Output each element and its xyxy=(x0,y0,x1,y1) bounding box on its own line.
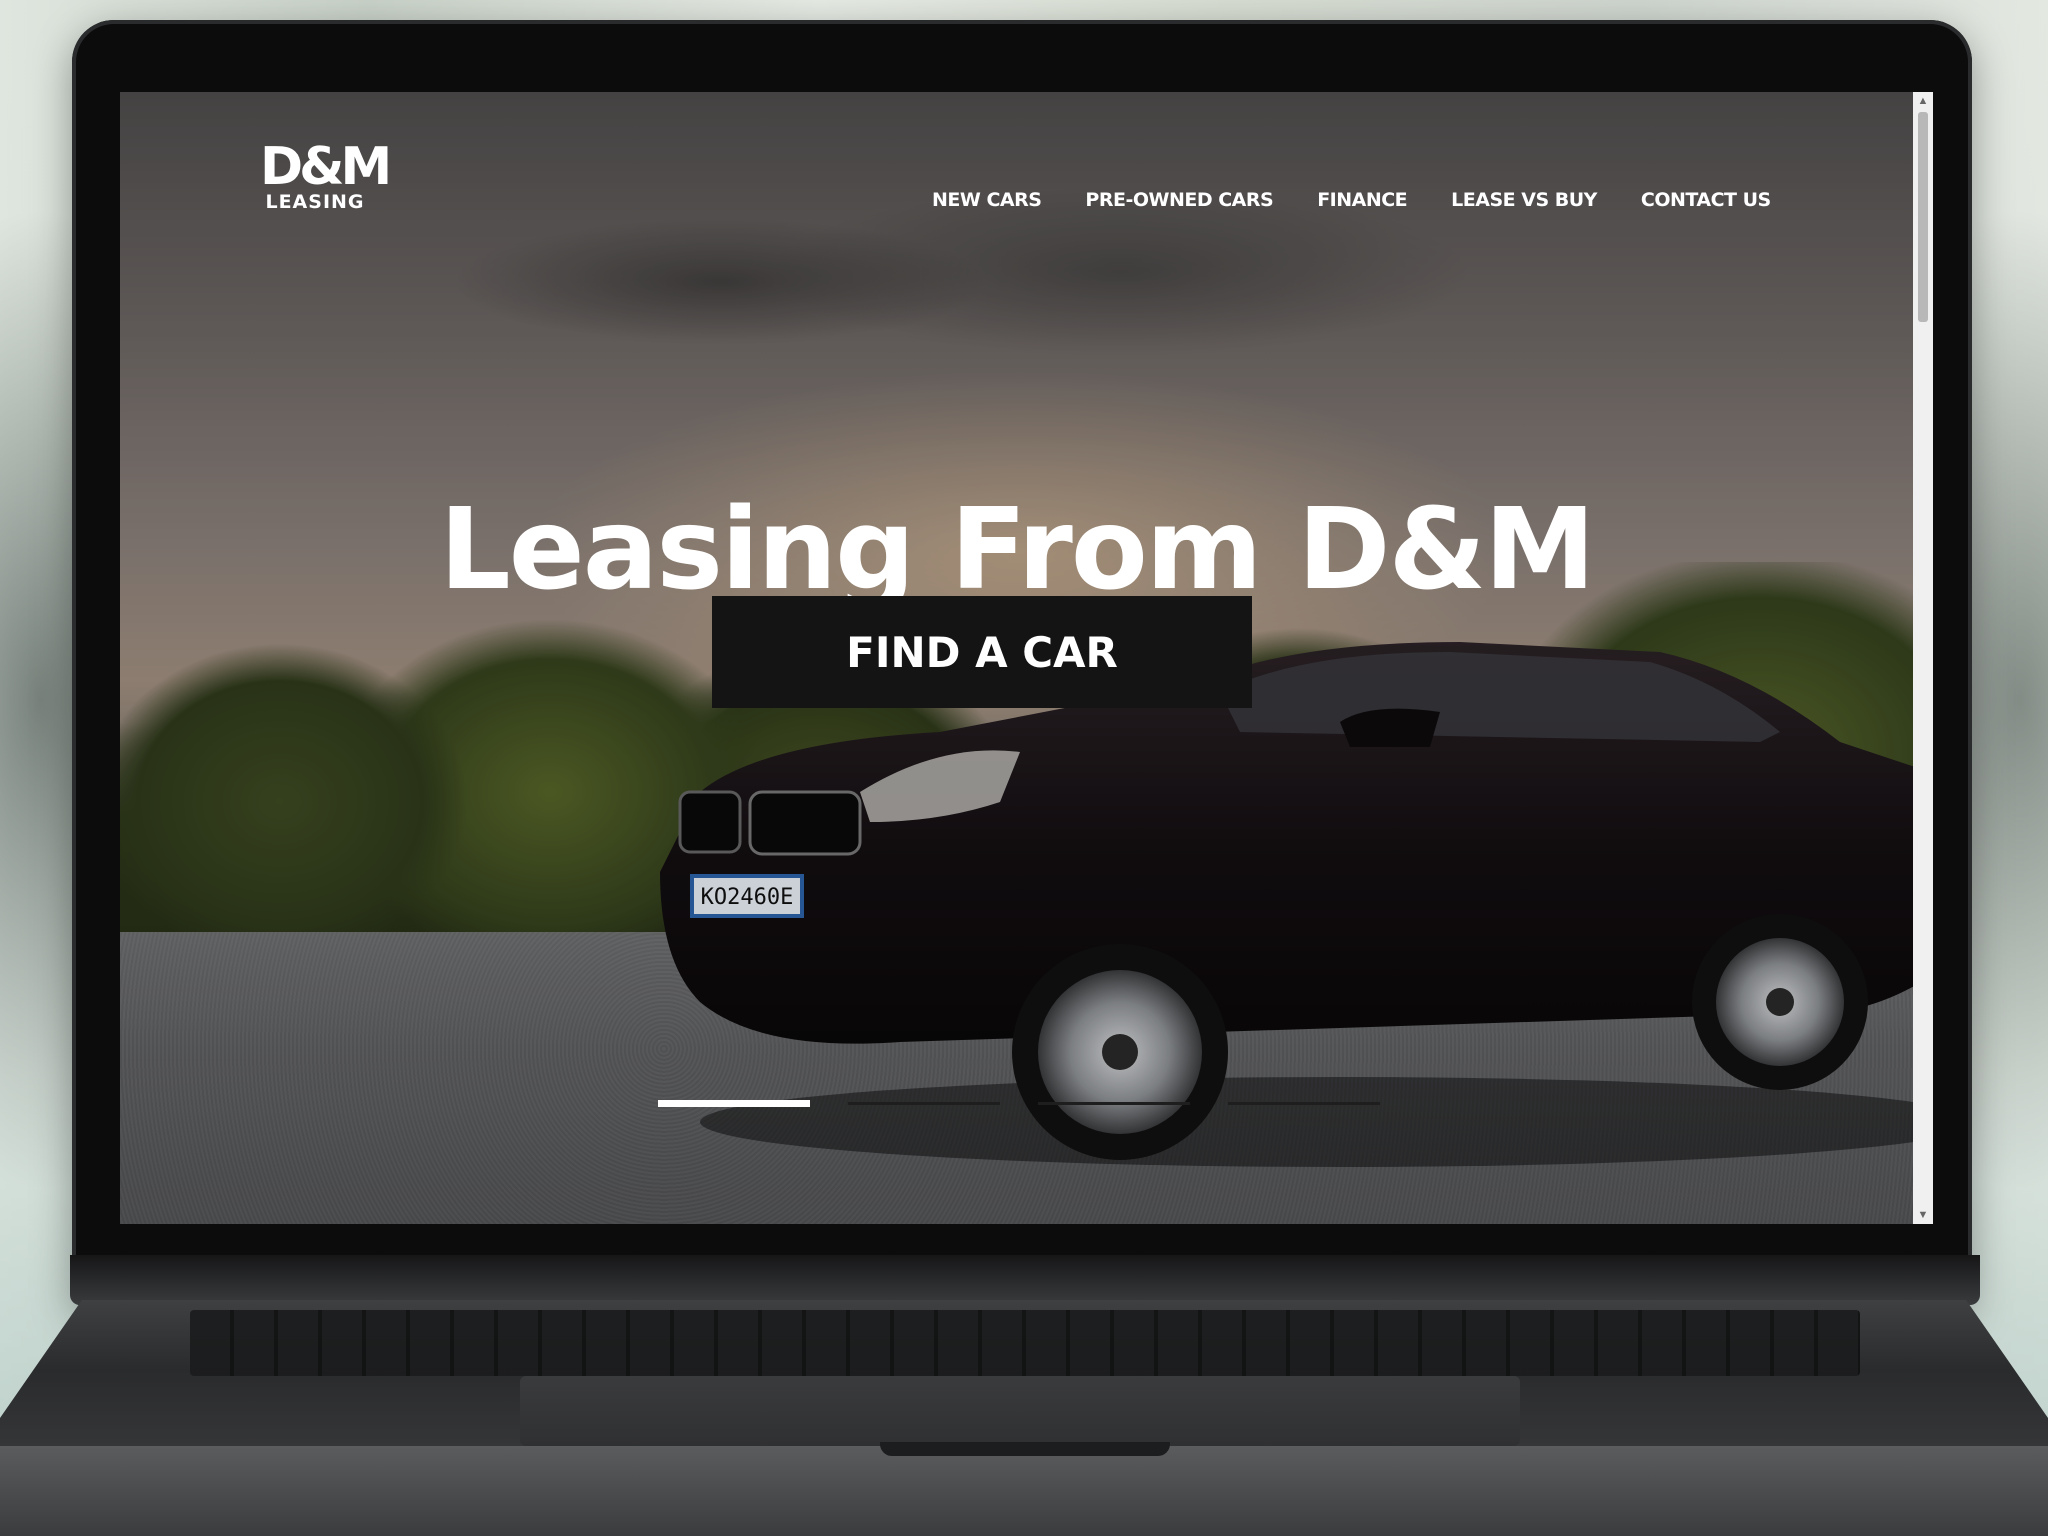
slide-indicator-1[interactable] xyxy=(658,1100,810,1107)
main-nav: NEW CARS PRE-OWNED CARS FINANCE LEASE VS… xyxy=(932,189,1771,211)
laptop-hinge xyxy=(70,1255,1980,1305)
scroll-up-icon[interactable]: ▲ xyxy=(1913,92,1933,110)
nav-lease-vs-buy[interactable]: LEASE VS BUY xyxy=(1451,189,1597,211)
find-a-car-button[interactable]: FIND A CAR xyxy=(712,596,1252,708)
page-scrollbar[interactable]: ▲ ▼ xyxy=(1913,92,1933,1224)
slide-indicator-2[interactable] xyxy=(848,1102,1000,1105)
nav-new-cars[interactable]: NEW CARS xyxy=(932,189,1042,211)
laptop-keyboard xyxy=(190,1310,1860,1376)
logo-subtitle: LEASING xyxy=(265,191,365,213)
scrollbar-thumb[interactable] xyxy=(1918,112,1928,322)
laptop-front-edge xyxy=(0,1446,2048,1536)
slide-indicator-4[interactable] xyxy=(1228,1102,1380,1105)
brand-logo[interactable]: D&M LEASING xyxy=(260,137,392,214)
logo-mark: D&M xyxy=(260,137,392,197)
nav-contact-us[interactable]: CONTACT US xyxy=(1641,189,1771,211)
laptop-notch xyxy=(880,1442,1170,1456)
slider-indicators xyxy=(658,1100,1380,1107)
browser-viewport: KO2460E D&M LEASING NEW CARS PRE-OWNED C… xyxy=(120,92,1933,1224)
nav-finance[interactable]: FINANCE xyxy=(1317,189,1407,211)
slide-indicator-3[interactable] xyxy=(1038,1102,1190,1105)
nav-pre-owned-cars[interactable]: PRE-OWNED CARS xyxy=(1085,189,1273,211)
scroll-down-icon[interactable]: ▼ xyxy=(1913,1206,1933,1224)
laptop-trackpad xyxy=(520,1376,1520,1446)
